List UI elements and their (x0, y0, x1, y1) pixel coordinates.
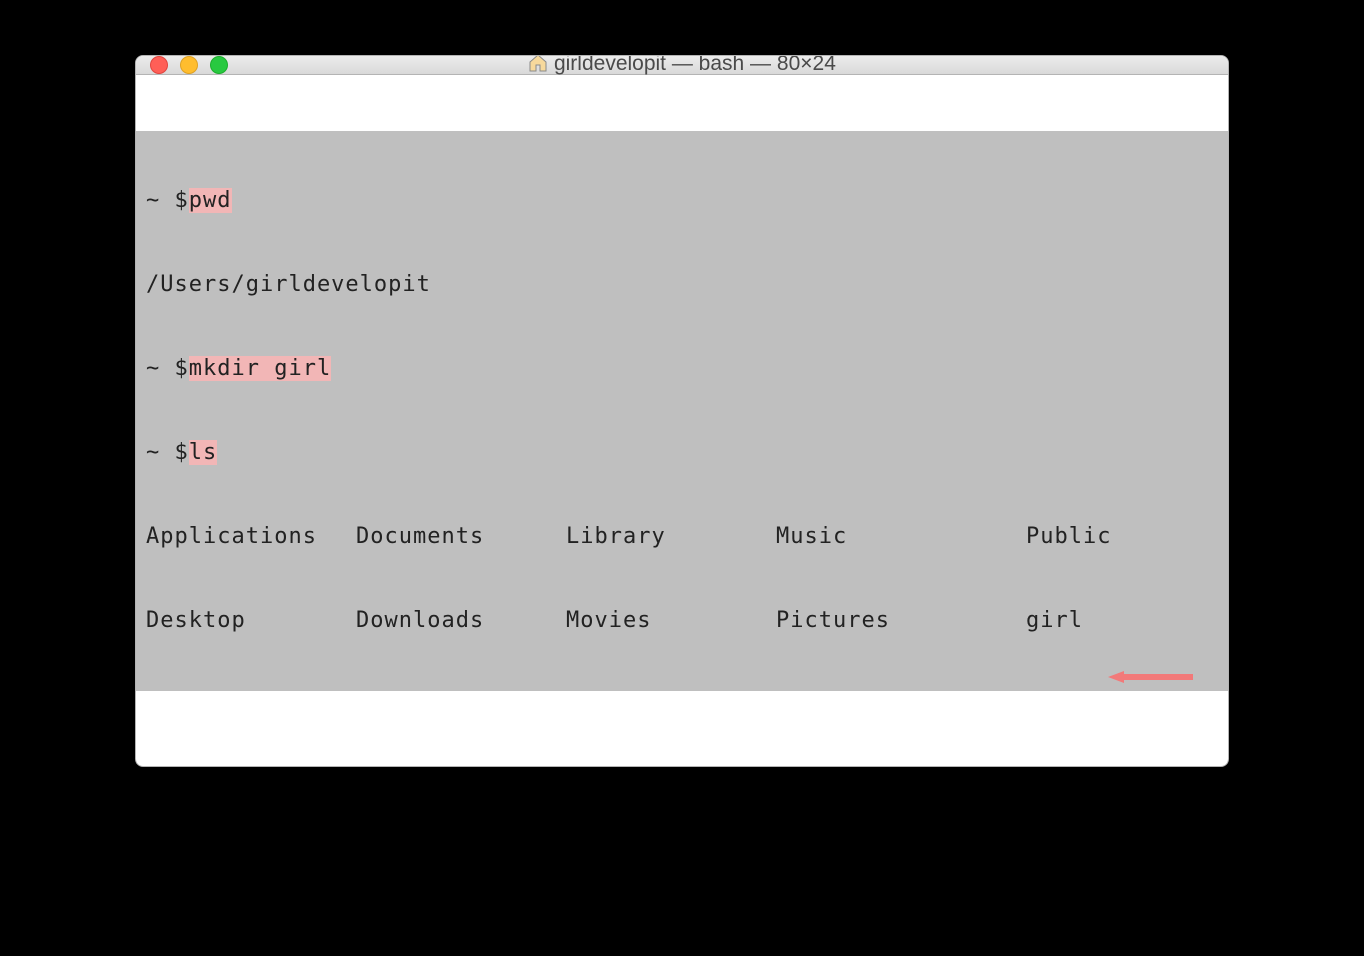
terminal-line: ~ $mkdir girl (136, 355, 1228, 383)
traffic-lights (150, 56, 228, 74)
command-mkdir: mkdir girl (189, 356, 331, 381)
ls-output-row: Desktop Downloads Movies Pictures girl (136, 607, 1228, 635)
selected-output-block: ~ $pwd /Users/girldevelopit ~ $mkdir gir… (136, 131, 1228, 691)
maximize-icon[interactable] (210, 56, 228, 74)
window-title-text: girldevelopit — bash — 80×24 (554, 55, 836, 75)
prompt: ~ $ (146, 188, 189, 213)
home-icon (528, 55, 548, 78)
ls-item: Desktop (146, 607, 356, 635)
window-title: girldevelopit — bash — 80×24 (136, 55, 1228, 78)
ls-item: Documents (356, 523, 566, 551)
titlebar[interactable]: girldevelopit — bash — 80×24 (136, 56, 1228, 75)
output-pwd: /Users/girldevelopit (136, 271, 1228, 299)
ls-item: Downloads (356, 607, 566, 635)
ls-item: Library (566, 523, 776, 551)
prompt: ~ $ (146, 356, 189, 381)
command-ls: ls (189, 440, 218, 465)
ls-item: Pictures (776, 607, 1026, 635)
terminal-window: girldevelopit — bash — 80×24 ~ $pwd /Use… (135, 55, 1229, 767)
terminal-line: ~ $pwd (136, 187, 1228, 215)
ls-item: Movies (566, 607, 776, 635)
command-pwd: pwd (189, 188, 232, 213)
close-icon[interactable] (150, 56, 168, 74)
prompt: ~ $ (146, 440, 189, 465)
ls-output-row: Applications Documents Library Music Pub… (136, 523, 1228, 551)
terminal-line: ~ $ls (136, 439, 1228, 467)
ls-item: Music (776, 523, 1026, 551)
ls-item: Applications (146, 523, 356, 551)
terminal-body[interactable]: ~ $pwd /Users/girldevelopit ~ $mkdir gir… (136, 75, 1228, 767)
ls-item: Public (1026, 523, 1228, 551)
minimize-icon[interactable] (180, 56, 198, 74)
arrow-annotation-icon (1108, 614, 1193, 628)
